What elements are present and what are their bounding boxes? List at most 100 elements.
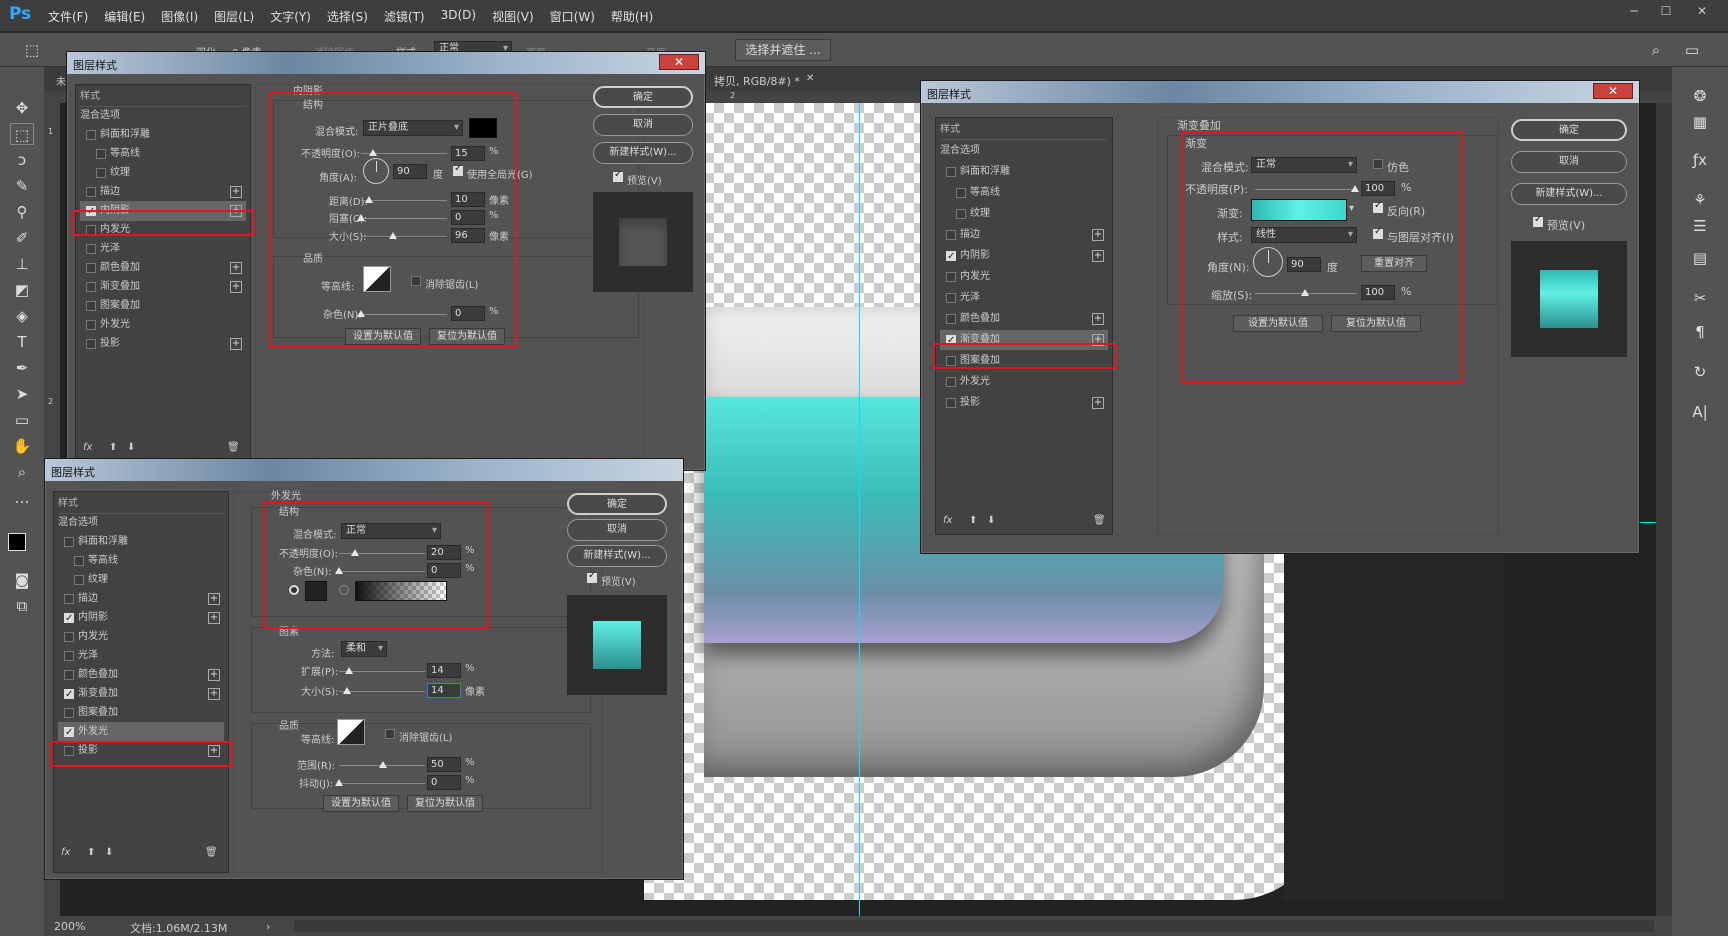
move-down-icon[interactable]: ⬇ (105, 847, 113, 858)
vertical-scrollbar[interactable] (1656, 103, 1672, 917)
add-effect-icon[interactable]: + (208, 612, 220, 624)
style-item[interactable]: 内阴影 + (58, 608, 224, 629)
style-checkbox[interactable] (64, 609, 74, 629)
style-item[interactable]: 图案叠加 (80, 296, 246, 316)
add-effect-icon[interactable]: + (230, 281, 242, 293)
preview-checkbox[interactable] (1533, 214, 1543, 227)
set-default-button[interactable]: 设置为默认值 (323, 795, 399, 812)
menu-item[interactable]: 编辑(E) (104, 8, 145, 25)
horizontal-scrollbar[interactable] (294, 920, 1654, 932)
move-down-icon[interactable]: ⬇ (987, 515, 995, 526)
style-item[interactable]: 斜面和浮雕 (80, 125, 246, 145)
style-checkbox[interactable] (86, 130, 96, 140)
style-checkbox[interactable] (946, 377, 956, 387)
style-item[interactable]: 斜面和浮雕 (58, 532, 224, 552)
style-item[interactable]: 外发光 (58, 722, 224, 743)
style-checkbox[interactable] (96, 168, 106, 178)
style-checkbox[interactable] (946, 293, 956, 303)
cancel-button[interactable]: 取消 (567, 519, 667, 541)
new-style-button[interactable]: 新建样式(W)... (567, 545, 667, 567)
close-tab-icon[interactable]: ✕ (806, 73, 814, 84)
style-item[interactable]: 描边 + (80, 182, 246, 202)
style-checkbox[interactable] (86, 244, 96, 254)
move-up-icon[interactable]: ⬆ (87, 847, 95, 858)
style-item[interactable]: 颜色叠加 + (940, 309, 1108, 329)
preview-checkbox[interactable] (587, 570, 597, 583)
style-checkbox[interactable] (86, 187, 96, 197)
ok-button[interactable]: 确定 (567, 493, 667, 515)
swatches-panel-icon[interactable]: ▦ (1688, 111, 1712, 133)
menu-item[interactable]: 3D(D) (441, 8, 476, 25)
style-checkbox[interactable] (64, 537, 74, 547)
adjustments-panel-icon[interactable]: ƒx (1688, 149, 1712, 171)
shape-tool-icon[interactable]: ▭ (10, 409, 34, 431)
style-checkbox[interactable] (946, 247, 956, 267)
style-item[interactable]: 等高线 (940, 183, 1108, 203)
add-effect-icon[interactable]: + (1092, 397, 1104, 409)
style-item[interactable]: 内阴影 + (940, 246, 1108, 267)
menu-item[interactable]: 图层(L) (214, 8, 254, 25)
add-effect-icon[interactable]: + (1092, 313, 1104, 325)
style-checkbox[interactable] (64, 670, 74, 680)
antialias-checkbox[interactable] (385, 729, 395, 739)
style-item[interactable]: 颜色叠加 + (58, 665, 224, 685)
new-style-button[interactable]: 新建样式(W)... (1511, 183, 1627, 205)
reset-default-button[interactable]: 复位为默认值 (407, 795, 483, 812)
style-item[interactable]: 投影 + (940, 393, 1108, 413)
type-tool-icon[interactable]: T (10, 331, 34, 353)
range-input[interactable]: 50 (427, 757, 461, 772)
cancel-button[interactable]: 取消 (593, 114, 693, 136)
style-item[interactable]: 外发光 (940, 372, 1108, 392)
style-checkbox[interactable] (946, 314, 956, 324)
brush-icon[interactable]: ✐ (10, 227, 34, 249)
document-tab[interactable]: 拷贝, RGB/8#) * (714, 73, 800, 89)
path-select-icon[interactable]: ➤ (10, 383, 34, 405)
style-checkbox[interactable] (64, 723, 74, 743)
maximize-icon[interactable]: ☐ (1652, 4, 1680, 18)
spread-input[interactable]: 14 (427, 663, 461, 678)
blend-options-item[interactable]: 混合选项 (940, 141, 1108, 161)
select-and-mask-button[interactable]: 选择并遮住 ... (735, 39, 831, 61)
foreground-color-swatch[interactable] (8, 533, 26, 551)
doc-tab-prefix[interactable]: 未 (56, 73, 66, 88)
style-item[interactable]: 等高线 (58, 551, 224, 571)
menu-item[interactable]: 窗口(W) (550, 8, 595, 25)
style-item[interactable]: 等高线 (80, 144, 246, 164)
add-effect-icon[interactable]: + (230, 186, 242, 198)
cancel-button[interactable]: 取消 (1511, 151, 1627, 173)
style-item[interactable]: 内发光 (58, 627, 224, 647)
trash-icon[interactable]: 🗑 (1093, 515, 1106, 526)
style-checkbox[interactable] (86, 339, 96, 349)
style-item[interactable]: 光泽 (58, 646, 224, 666)
style-item[interactable]: 渐变叠加 + (58, 684, 224, 705)
menu-item[interactable]: 视图(V) (492, 8, 534, 25)
style-checkbox[interactable] (86, 320, 96, 330)
range-slider-thumb[interactable] (379, 761, 387, 768)
close-icon[interactable]: ✕ (659, 54, 699, 70)
style-checkbox[interactable] (64, 632, 74, 642)
style-checkbox[interactable] (946, 167, 956, 177)
add-effect-icon[interactable]: + (1092, 250, 1104, 262)
style-item[interactable]: 图案叠加 (58, 703, 224, 723)
menu-item[interactable]: 文件(F) (48, 8, 88, 25)
styles-header[interactable]: 样式 (940, 120, 1108, 140)
character-panel-icon[interactable]: A| (1688, 401, 1712, 423)
layers-panel-icon[interactable]: ▤ (1688, 247, 1712, 269)
blend-options-item[interactable]: 混合选项 (80, 106, 246, 126)
spread-slider-thumb[interactable] (345, 667, 353, 674)
properties-panel-icon[interactable]: ☰ (1688, 215, 1712, 237)
style-checkbox[interactable] (64, 708, 74, 718)
size-slider[interactable] (339, 691, 425, 692)
size-input[interactable]: 14 (427, 683, 461, 698)
menu-item[interactable]: 帮助(H) (611, 8, 653, 25)
style-item[interactable]: 投影 + (80, 334, 246, 354)
menu-item[interactable]: 文字(Y) (270, 8, 311, 25)
move-tool-icon[interactable]: ✥ (10, 97, 34, 119)
marquee-tool-icon[interactable]: ⬚ (20, 39, 44, 61)
status-arrow-icon[interactable]: › (266, 920, 270, 933)
lasso-icon[interactable]: ↄ (10, 149, 34, 171)
paragraph-panel-icon[interactable]: ¶ (1688, 321, 1712, 343)
style-checkbox[interactable] (956, 188, 966, 198)
style-item[interactable]: 纹理 (58, 570, 224, 590)
jitter-input[interactable]: 0 (427, 775, 461, 790)
